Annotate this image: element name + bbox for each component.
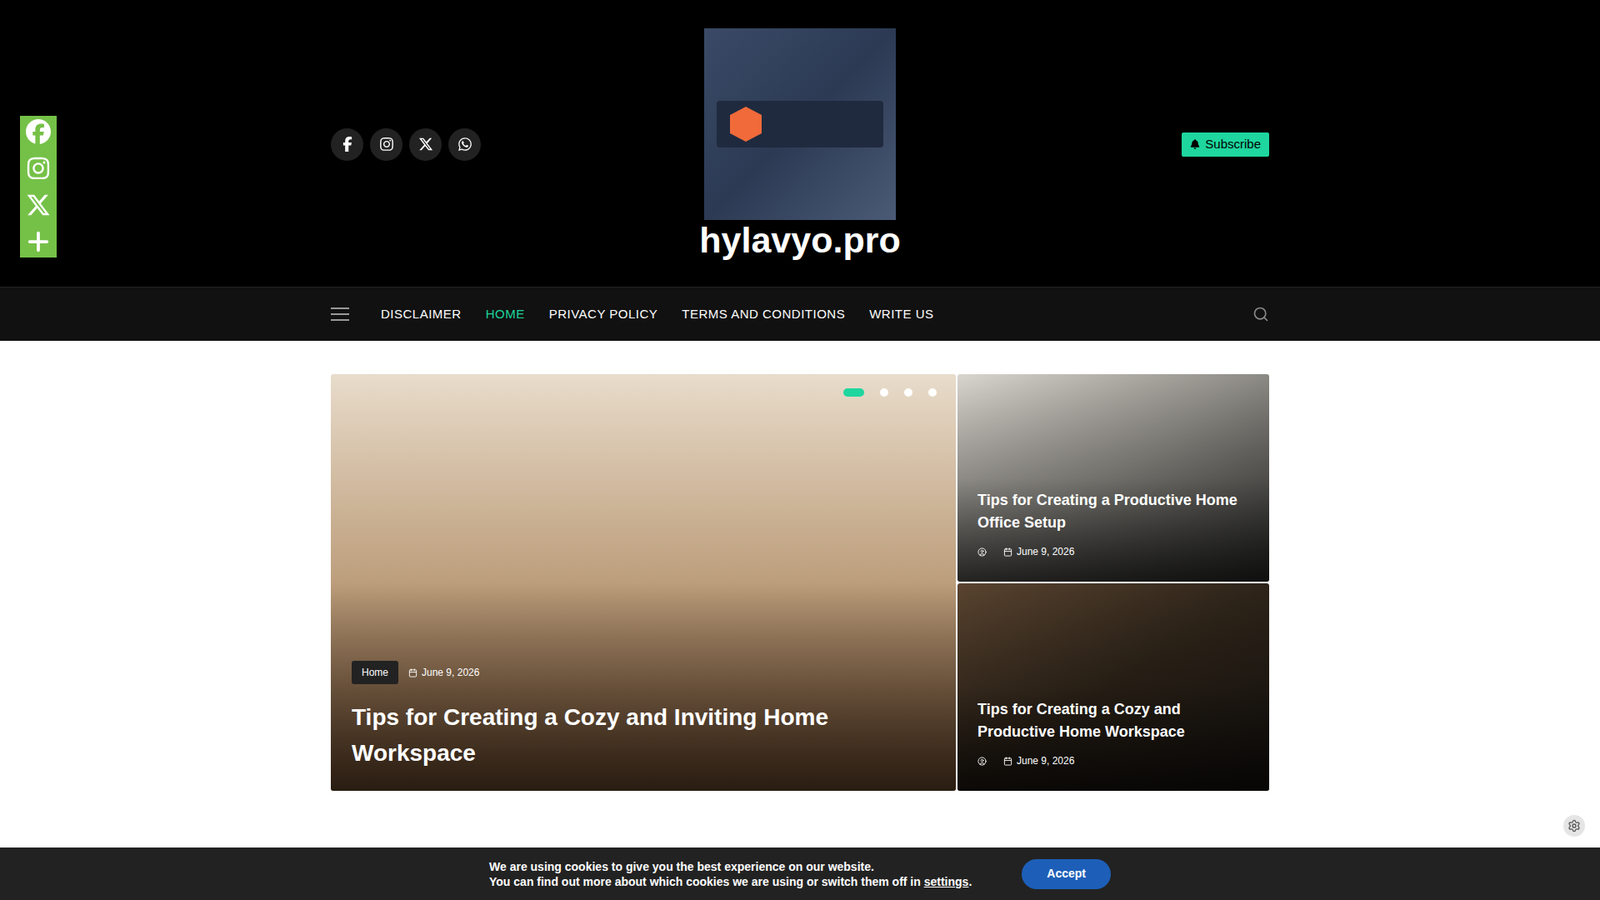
nav-item[interactable]: DISCLAIMER [380, 305, 462, 325]
calendar-icon [1003, 547, 1013, 557]
nav-item[interactable]: WRITE US [869, 305, 934, 325]
author-icon [977, 547, 987, 557]
social-link[interactable] [448, 128, 481, 161]
side-post-title[interactable]: Tips for Creating a Cozy and Productive … [977, 698, 1250, 744]
calendar-icon [1003, 756, 1013, 766]
search-icon [1252, 305, 1270, 323]
post-date: June 9, 2026 [1003, 753, 1075, 769]
side-post[interactable]: Tips for Creating a Productive Home Offi… [957, 374, 1270, 582]
x-icon [25, 192, 51, 218]
nav-item[interactable]: TERMS AND CONDITIONS [681, 305, 845, 325]
social-link[interactable] [330, 128, 364, 161]
share-button[interactable] [20, 155, 57, 181]
slider-dot[interactable] [928, 388, 937, 397]
settings-button[interactable] [1563, 815, 1585, 837]
category-badge[interactable]: Home [351, 660, 399, 685]
share-button[interactable] [20, 119, 57, 145]
cookie-text: We are using cookies to give you the bes… [489, 859, 972, 875]
facebook-icon [25, 119, 51, 145]
post-date: June 9, 2026 [1003, 544, 1075, 560]
cookie-notice: We are using cookies to give you the bes… [0, 847, 1600, 900]
facebook-icon [340, 136, 355, 152]
bell-icon [1190, 139, 1200, 150]
x-icon [418, 136, 434, 152]
plus-icon [25, 229, 51, 255]
share-bar [20, 115, 57, 258]
hero: Home June 9, 2026 Tips for Creating a Cozy… [330, 374, 1270, 791]
calendar-icon [408, 668, 418, 678]
side-post-title[interactable]: Tips for Creating a Productive Home Offi… [977, 489, 1250, 535]
hexagon-logo-icon [728, 105, 764, 144]
site-title[interactable]: hylavyo.pro [699, 220, 900, 260]
slider-dot[interactable] [843, 388, 865, 397]
branding: hylavyo.pro [699, 28, 900, 260]
subscribe-button[interactable]: Subscribe [1181, 132, 1270, 157]
author-icon [977, 756, 987, 766]
nav-item[interactable]: HOME [485, 305, 525, 325]
cookie-text: You can find out more about which cookie… [489, 874, 972, 890]
site-header: hylavyo.pro Subscribe [0, 0, 1600, 287]
post-date: June 9, 2026 [408, 665, 480, 680]
social-link[interactable] [370, 128, 403, 161]
share-button[interactable] [20, 192, 57, 218]
cookie-settings-link[interactable]: settings [924, 875, 970, 889]
menu-toggle[interactable] [330, 307, 350, 321]
gear-icon [1567, 819, 1581, 833]
social-link[interactable] [409, 128, 442, 161]
page: hylavyo.pro Subscribe DISCLAIMER HOME PRIVAC… [0, 0, 1600, 900]
instagram-icon [25, 155, 51, 181]
side-post[interactable]: Tips for Creating a Cozy and Productive … [957, 583, 1270, 791]
featured-title[interactable]: Tips for Creating a Cozy and Inviting Ho… [351, 699, 852, 771]
header-social [330, 128, 581, 161]
site-logo[interactable] [704, 28, 896, 220]
main-nav: DISCLAIMER HOME PRIVACY POLICY TERMS AND CO… [0, 286, 1600, 341]
nav-item[interactable]: PRIVACY POLICY [549, 305, 659, 325]
slider-dot[interactable] [904, 388, 913, 397]
search-button[interactable] [1252, 305, 1270, 323]
accept-button[interactable]: Accept [1021, 859, 1111, 890]
instagram-icon [379, 136, 395, 152]
featured-slide[interactable]: Home June 9, 2026 Tips for Creating a Cozy… [330, 374, 956, 791]
share-button[interactable] [20, 229, 57, 255]
slider-dot[interactable] [880, 388, 889, 397]
whatsapp-icon [457, 136, 473, 152]
slider-dots [843, 388, 937, 397]
